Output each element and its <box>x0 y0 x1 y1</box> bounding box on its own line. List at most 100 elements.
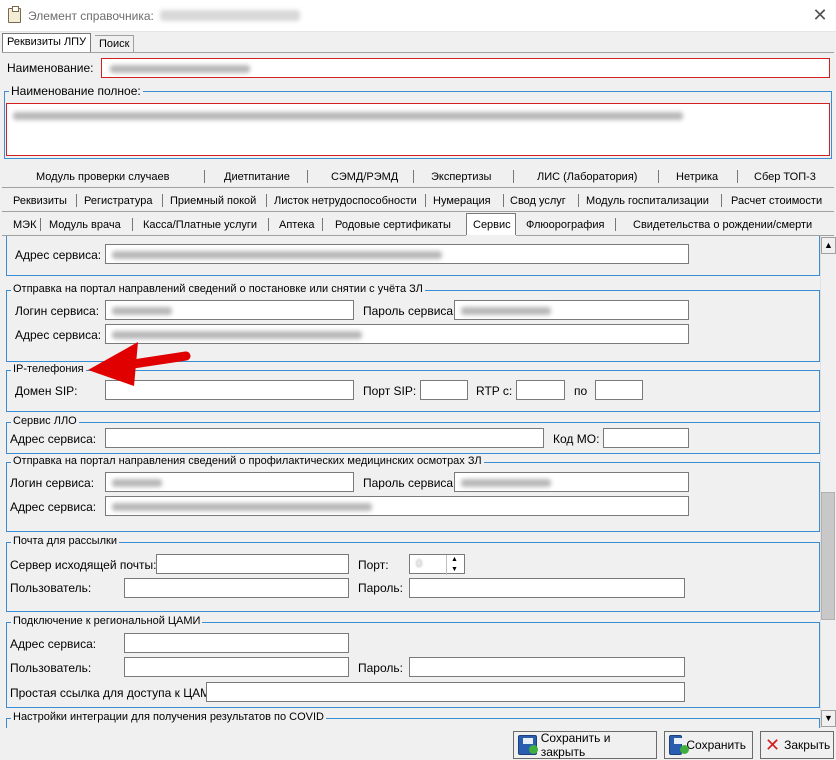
top-address-input[interactable] <box>105 244 689 264</box>
save-and-close-label: Сохранить и закрыть <box>540 731 611 759</box>
save-close-floppy-icon <box>518 735 538 755</box>
cami-link-input[interactable] <box>206 682 685 702</box>
tab-netrika[interactable]: Нетрика <box>676 171 718 183</box>
tab-svod-uslug[interactable]: Свод услуг <box>510 195 566 207</box>
save-label: Сохранить <box>686 738 746 752</box>
tab-numeraciya[interactable]: Нумерация <box>433 195 491 207</box>
tab-modul-gospitalizacii[interactable]: Модуль госпитализации <box>586 195 709 207</box>
close-label: Закрыть <box>784 738 831 752</box>
portal-zl-address-input[interactable] <box>105 324 689 344</box>
mail-password-label: Пароль: <box>358 581 403 595</box>
sip-domain-label: Домен SIP: <box>15 384 78 398</box>
close-x-icon: ✕ <box>765 735 781 755</box>
cami-address-input[interactable] <box>124 633 349 653</box>
tab-rekvizity[interactable]: Реквизиты <box>13 195 67 207</box>
window-title-blurred <box>160 10 300 21</box>
cami-legend: Подключение к региональной ЦАМИ <box>11 615 203 627</box>
smtp-server-input[interactable] <box>156 554 349 574</box>
mail-user-label: Пользователь: <box>10 581 92 595</box>
tab-flyuorografiya[interactable]: Флюорография <box>526 219 604 231</box>
tab-rodovye-sertifikaty[interactable]: Родовые сертификаты <box>335 219 451 231</box>
portal-zl-password-label: Пароль сервиса: <box>363 304 457 318</box>
tab-modul-vracha[interactable]: Модуль врача <box>49 219 121 231</box>
full-name-input[interactable] <box>6 103 830 156</box>
clipboard-icon <box>8 6 21 23</box>
window-title: Элемент справочника: <box>28 9 154 23</box>
llo-address-input[interactable] <box>105 428 544 448</box>
portal-zl-legend: Отправка на портал направлений сведений … <box>11 283 425 295</box>
mail-legend: Почта для рассылки <box>11 535 119 547</box>
profilaktika-address-label: Адрес сервиса: <box>10 500 97 514</box>
rtp-to-label: по <box>574 384 588 398</box>
tab-lis[interactable]: ЛИС (Лаборатория) <box>537 171 637 183</box>
profilaktika-legend: Отправка на портал направления сведений … <box>11 455 484 467</box>
tab-sber-top3[interactable]: Сбер ТОП-3 <box>754 171 816 183</box>
cami-link-label: Простая ссылка для доступа к ЦАМИ: <box>10 686 223 700</box>
profilaktika-password-input[interactable] <box>454 472 689 492</box>
covid-group: Настройки интеграции для получения резул… <box>6 711 820 728</box>
full-name-label: Наименование полное: <box>9 84 143 98</box>
cami-address-label: Адрес сервиса: <box>10 637 97 651</box>
llo-legend: Сервис ЛЛО <box>11 415 79 427</box>
mail-password-input[interactable] <box>409 578 685 598</box>
naimenovanie-input[interactable] <box>101 58 830 78</box>
spinner-down-icon[interactable]: ▼ <box>447 565 462 575</box>
rtp-to-input[interactable] <box>595 380 643 400</box>
save-floppy-icon <box>669 735 690 755</box>
tab-listok-netrudosposobnosti[interactable]: Листок нетрудоспособности <box>274 195 417 207</box>
ip-telephony-legend: IP-телефония <box>11 363 86 375</box>
tab-mek[interactable]: МЭК <box>13 219 36 231</box>
cami-password-label: Пароль: <box>358 661 403 675</box>
save-and-close-button[interactable]: Сохранить и закрыть <box>513 731 657 759</box>
mail-port-spinner[interactable]: ▲ ▼ <box>446 555 462 575</box>
close-button[interactable]: ✕ Закрыть <box>760 731 834 759</box>
red-arrow-annotation <box>88 342 191 386</box>
scroll-thumb[interactable] <box>821 492 835 620</box>
scroll-up-icon[interactable]: ▲ <box>821 237 836 254</box>
cami-user-input[interactable] <box>124 657 349 677</box>
tab-semd[interactable]: СЭМД/РЭМД <box>331 171 398 183</box>
tab-apteka[interactable]: Аптека <box>279 219 315 231</box>
tab-registratura[interactable]: Регистратура <box>84 195 152 207</box>
rtp-from-input[interactable] <box>516 380 565 400</box>
mail-user-input[interactable] <box>124 578 349 598</box>
tab-raschet-stoimosti[interactable]: Расчет стоимости <box>731 195 822 207</box>
profilaktika-password-label: Пароль сервиса: <box>363 476 457 490</box>
tab-priemnyi-pokoi[interactable]: Приемный покой <box>170 195 256 207</box>
cami-user-label: Пользователь: <box>10 661 92 675</box>
portal-zl-password-input[interactable] <box>454 300 689 320</box>
tab-kassa[interactable]: Касса/Платные услуги <box>143 219 257 231</box>
tab-ekspertizy[interactable]: Экспертизы <box>431 171 491 183</box>
tab-dietpitanie[interactable]: Диетпитание <box>224 171 290 183</box>
service-content: Адрес сервиса: Отправка на портал направ… <box>2 236 820 728</box>
mail-group: Почта для рассылки <box>6 535 820 612</box>
rtp-from-label: RTP с: <box>476 384 513 398</box>
llo-mo-code-label: Код МО: <box>553 432 600 446</box>
mail-port-label: Порт: <box>358 558 389 572</box>
cami-password-input[interactable] <box>409 657 685 677</box>
naimenovanie-label: Наименование: <box>7 61 94 75</box>
tab-servis[interactable]: Сервис <box>473 219 511 231</box>
close-window-icon[interactable]: ✕ <box>810 5 830 25</box>
portal-zl-login-input[interactable] <box>105 300 354 320</box>
save-button[interactable]: Сохранить <box>664 731 753 759</box>
tab-rekvizity-lpu[interactable]: Реквизиты ЛПУ <box>2 33 92 53</box>
profilaktika-address-input[interactable] <box>105 496 689 516</box>
llo-mo-code-input[interactable] <box>603 428 689 448</box>
llo-address-label: Адрес сервиса: <box>10 432 97 446</box>
sip-port-label: Порт SIP: <box>363 384 417 398</box>
profilaktika-login-label: Логин сервиса: <box>10 476 95 490</box>
spinner-up-icon[interactable]: ▲ <box>447 555 462 565</box>
smtp-server-label: Сервер исходящей почты: <box>10 558 157 572</box>
vertical-scrollbar[interactable] <box>820 236 836 728</box>
tab-poisk[interactable]: Поиск <box>95 35 135 53</box>
covid-legend: Настройки интеграции для получения резул… <box>11 711 326 723</box>
profilaktika-login-input[interactable] <box>105 472 354 492</box>
portal-zl-login-label: Логин сервиса: <box>15 304 100 318</box>
mail-port-value: 0 <box>416 558 423 570</box>
top-address-label: Адрес сервиса: <box>15 248 102 262</box>
tab-svidetelstva[interactable]: Свидетельства о рождении/смерти <box>633 219 812 231</box>
sip-port-input[interactable] <box>420 380 468 400</box>
tab-modul-proverki[interactable]: Модуль проверки случаев <box>36 171 169 183</box>
scroll-down-icon[interactable]: ▼ <box>821 710 836 727</box>
